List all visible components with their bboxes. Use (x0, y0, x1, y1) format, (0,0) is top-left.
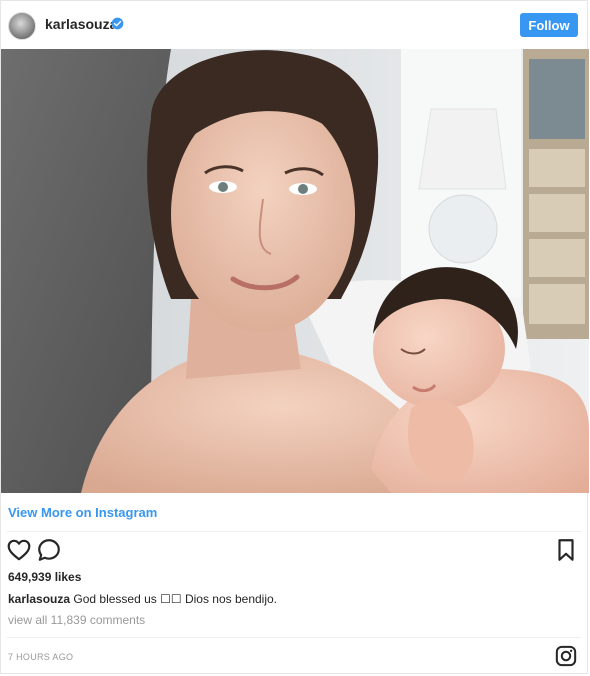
post-caption: karlasouza God blessed us ☐☐ Dios nos be… (8, 592, 277, 606)
instagram-embed-card: karlasouza Follow View More on Instagram… (0, 0, 589, 674)
caption-author[interactable]: karlasouza (8, 592, 70, 606)
avatar[interactable] (8, 12, 36, 40)
username-link[interactable]: karlasouza (45, 16, 117, 32)
heart-icon[interactable] (6, 537, 32, 563)
view-all-comments-link[interactable]: view all 11,839 comments (8, 613, 145, 627)
divider (7, 637, 581, 638)
post-photo[interactable] (1, 49, 589, 493)
likes-count[interactable]: 649,939 likes (8, 570, 81, 584)
divider (7, 531, 581, 532)
action-bar (1, 537, 587, 563)
follow-button[interactable]: Follow (520, 13, 578, 37)
view-more-on-instagram-link[interactable]: View More on Instagram (8, 505, 157, 520)
post-timestamp[interactable]: 7 HOURS AGO (8, 652, 73, 662)
bookmark-icon[interactable] (553, 537, 579, 563)
verified-badge-icon (111, 17, 124, 30)
comment-icon[interactable] (36, 537, 62, 563)
instagram-logo-icon[interactable] (555, 645, 577, 667)
caption-text: God blessed us ☐☐ Dios nos bendijo. (73, 592, 278, 606)
post-header: karlasouza Follow (1, 1, 587, 49)
